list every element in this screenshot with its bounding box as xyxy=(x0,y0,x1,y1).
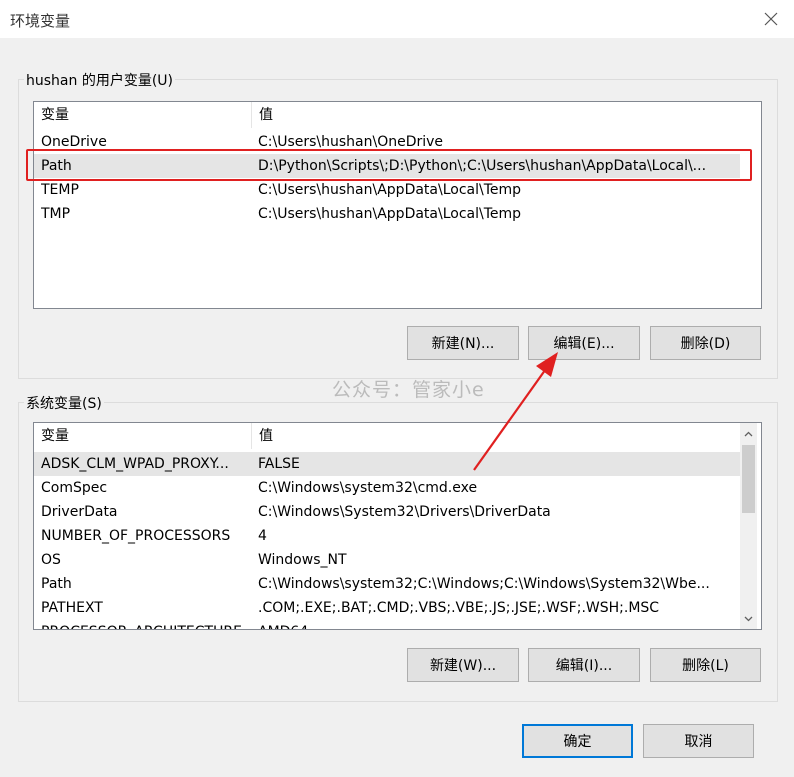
variable-name: TMP xyxy=(41,206,71,222)
variable-value: C:\Windows\system32\cmd.exe xyxy=(258,480,478,496)
variable-name: DriverData xyxy=(41,504,118,520)
column-header-value[interactable]: 值 xyxy=(252,423,740,449)
variable-value: C:\Users\hushan\AppData\Local\Temp xyxy=(258,182,522,198)
system-edit-button[interactable]: 编辑(I)... xyxy=(528,648,640,682)
chevron-up-icon xyxy=(744,431,753,436)
table-row[interactable]: TEMP C:\Users\hushan\AppData\Local\Temp xyxy=(34,178,740,202)
user-variables-label: hushan 的用户变量(U) xyxy=(24,70,175,90)
table-row[interactable]: ComSpec C:\Windows\system32\cmd.exe xyxy=(34,476,740,500)
column-header-variable[interactable]: 变量 xyxy=(34,423,251,449)
column-header-value[interactable]: 值 xyxy=(252,102,761,128)
system-new-button[interactable]: 新建(W)... xyxy=(407,648,519,682)
scroll-thumb[interactable] xyxy=(742,445,755,513)
variable-name: PROCESSOR_ARCHITECTURE xyxy=(41,620,251,629)
user-variables-header: 变量 值 xyxy=(34,102,761,128)
variable-name: TEMP xyxy=(41,182,79,198)
variable-value: .COM;.EXE;.BAT;.CMD;.VBS;.VBE;.JS;.JSE;.… xyxy=(258,600,660,616)
user-variables-list[interactable]: 变量 值 OneDrive C:\Users\hushan\OneDrive P… xyxy=(33,101,762,309)
variable-value: C:\Users\hushan\AppData\Local\Temp xyxy=(258,206,522,222)
close-button[interactable] xyxy=(748,0,794,38)
table-row[interactable]: TMP C:\Users\hushan\AppData\Local\Temp xyxy=(34,202,740,226)
variable-name: Path xyxy=(41,576,72,592)
variable-value: AMD64 xyxy=(258,620,738,629)
table-row[interactable]: PROCESSOR_ARCHITECTURE AMD64 xyxy=(34,620,740,629)
table-row[interactable]: DriverData C:\Windows\System32\Drivers\D… xyxy=(34,500,740,524)
cancel-button[interactable]: 取消 xyxy=(643,724,754,758)
table-row[interactable]: PATHEXT .COM;.EXE;.BAT;.CMD;.VBS;.VBE;.J… xyxy=(34,596,740,620)
variable-value: C:\Windows\System32\Drivers\DriverData xyxy=(258,504,551,520)
variable-name: PATHEXT xyxy=(41,600,103,616)
variable-name: ADSK_CLM_WPAD_PROXY... xyxy=(41,456,229,472)
table-row[interactable]: OS Windows_NT xyxy=(34,548,740,572)
path-highlight-annotation xyxy=(26,149,752,181)
window-title: 环境变量 xyxy=(10,12,71,30)
title-bar: 环境变量 xyxy=(0,0,794,38)
chevron-down-icon xyxy=(744,616,753,621)
watermark: 公众号：管家小e xyxy=(332,379,485,401)
table-row[interactable]: NUMBER_OF_PROCESSORS 4 xyxy=(34,524,740,548)
variable-value: Windows_NT xyxy=(258,552,347,568)
user-delete-button[interactable]: 删除(D) xyxy=(650,326,761,360)
variable-value: 4 xyxy=(258,528,267,544)
scroll-up-button[interactable] xyxy=(740,425,757,442)
variable-value: C:\Windows\system32;C:\Windows;C:\Window… xyxy=(258,576,710,592)
system-delete-button[interactable]: 删除(L) xyxy=(650,648,761,682)
variable-name: ComSpec xyxy=(41,480,108,496)
system-variables-scrollbar[interactable] xyxy=(740,423,757,629)
close-icon xyxy=(764,12,778,26)
user-new-button[interactable]: 新建(N)... xyxy=(407,326,519,360)
user-edit-button[interactable]: 编辑(E)... xyxy=(528,326,640,360)
system-variables-label: 系统变量(S) xyxy=(24,393,104,413)
variable-value: FALSE xyxy=(258,456,300,472)
column-header-variable[interactable]: 变量 xyxy=(34,102,251,128)
system-variables-list[interactable]: 变量 值 ADSK_CLM_WPAD_PROXY... FALSE ComSpe… xyxy=(33,422,762,630)
environment-variables-dialog: 环境变量 hushan 的用户变量(U) 变量 值 OneDrive C:\Us… xyxy=(0,0,794,777)
table-row[interactable]: Path C:\Windows\system32;C:\Windows;C:\W… xyxy=(34,572,740,596)
variable-name: NUMBER_OF_PROCESSORS xyxy=(41,528,231,544)
scroll-down-button[interactable] xyxy=(740,610,757,627)
variable-name: OS xyxy=(41,552,61,568)
table-row[interactable]: ADSK_CLM_WPAD_PROXY... FALSE xyxy=(34,452,740,476)
ok-button[interactable]: 确定 xyxy=(522,724,633,758)
system-variables-header: 变量 值 xyxy=(34,423,761,449)
